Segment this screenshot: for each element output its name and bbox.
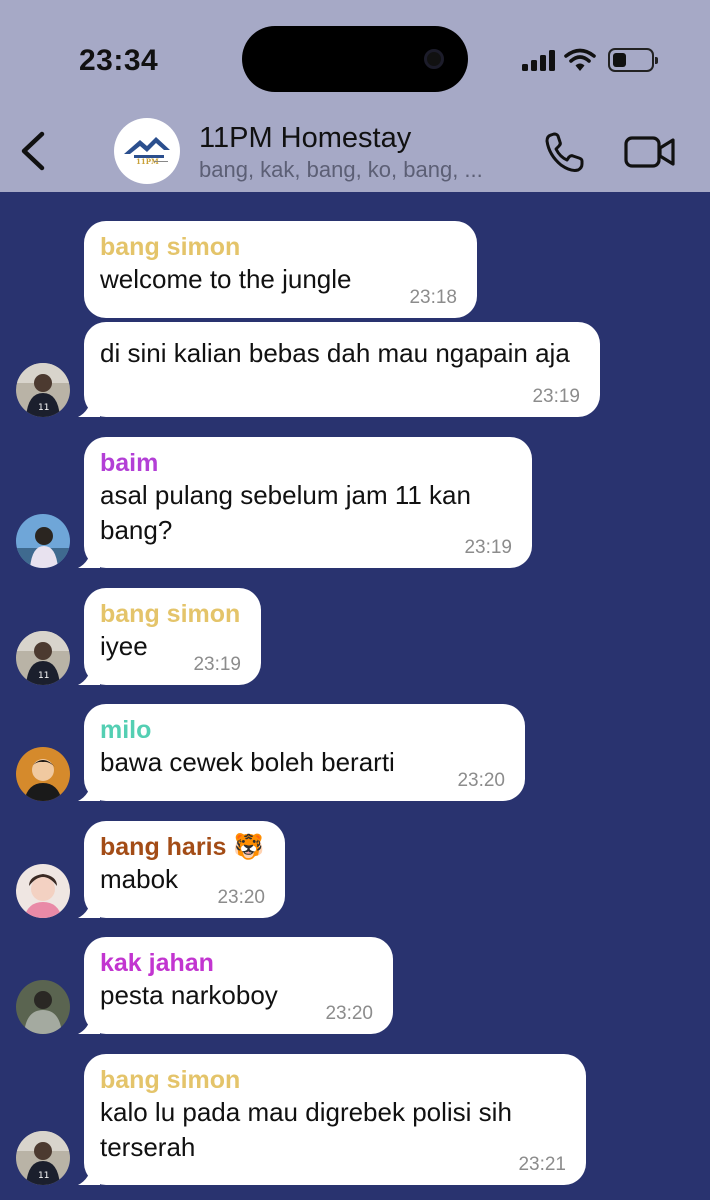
message-time: 23:20: [325, 1003, 373, 1024]
message-sender[interactable]: baim: [100, 449, 516, 478]
svg-text:11: 11: [38, 403, 49, 413]
message-time: 23:19: [532, 386, 580, 407]
bubble-tail: [78, 1163, 100, 1185]
message-time: 23:18: [409, 287, 457, 308]
chevron-left-icon[interactable]: [14, 128, 54, 174]
message-bubble[interactable]: milo bawa cewek boleh berarti 23:20: [84, 704, 525, 801]
avatar-image: 11: [16, 631, 70, 685]
avatar-image: [16, 864, 70, 918]
bubble-tail: [78, 779, 100, 801]
phone-icon[interactable]: [543, 130, 587, 174]
group-avatar[interactable]: 11PM: [114, 118, 180, 184]
message-sender[interactable]: bang haris 🐯: [100, 833, 269, 862]
bubble-tail: [78, 546, 100, 568]
signal-icon: [522, 50, 555, 71]
message-time: 23:21: [518, 1154, 566, 1175]
avatar-image: [16, 514, 70, 568]
avatar-kak-jahan[interactable]: [16, 980, 70, 1034]
avatar-image: 11: [16, 1131, 70, 1185]
message-bubble[interactable]: di sini kalian bebas dah mau ngapain aja…: [84, 322, 600, 417]
avatar-baim[interactable]: [16, 514, 70, 568]
chat-header: 23:34 11PM 11PM Homestay bang, kak, bang…: [0, 0, 710, 192]
message-text: kalo lu pada mau digrebek polisi sih ter…: [100, 1097, 512, 1162]
avatar-bang-haris[interactable]: [16, 864, 70, 918]
message-sender[interactable]: kak jahan: [100, 949, 377, 978]
chat-members: bang, kak, bang, ko, bang, ...: [199, 157, 483, 182]
bubble-tail: [78, 395, 100, 417]
bubble-tail: [78, 663, 100, 685]
battery-icon: [608, 48, 658, 72]
wifi-icon: [564, 48, 596, 71]
avatar-image: [16, 980, 70, 1034]
avatar-milo[interactable]: [16, 747, 70, 801]
avatar-bang-simon[interactable]: 11: [16, 363, 70, 417]
svg-text:11: 11: [38, 671, 49, 681]
message-text: welcome to the jungle: [100, 264, 352, 294]
message-sender[interactable]: bang simon: [100, 233, 461, 262]
video-camera-icon[interactable]: [624, 132, 676, 172]
message-bubble[interactable]: bang simon welcome to the jungle 23:18: [84, 221, 477, 318]
message-time: 23:19: [193, 654, 241, 675]
message-bubble[interactable]: baim asal pulang sebelum jam 11 kan bang…: [84, 437, 532, 568]
message-time: 23:20: [217, 887, 265, 908]
avatar-image: 11: [16, 363, 70, 417]
camera-icon: [424, 49, 444, 69]
status-icons: [522, 46, 658, 74]
avatar-bang-simon[interactable]: 11: [16, 1131, 70, 1185]
chat-title[interactable]: 11PM Homestay: [199, 122, 411, 155]
message-bubble[interactable]: bang simon iyee 23:19: [84, 588, 261, 685]
message-text: bawa cewek boleh berarti: [100, 747, 395, 777]
message-bubble[interactable]: bang simon kalo lu pada mau digrebek pol…: [84, 1054, 586, 1185]
message-time: 23:20: [457, 770, 505, 791]
message-bubble[interactable]: bang haris 🐯 mabok 23:20: [84, 821, 285, 918]
bubble-tail: [78, 896, 100, 918]
battery-level: [613, 53, 626, 67]
status-time: 23:34: [79, 44, 159, 77]
message-sender[interactable]: bang simon: [100, 1066, 570, 1095]
message-text: di sini kalian bebas dah mau ngapain aja: [100, 338, 570, 368]
message-sender[interactable]: bang simon: [100, 600, 245, 629]
bubble-tail: [78, 1012, 100, 1034]
avatar-image: [16, 747, 70, 801]
message-text: asal pulang sebelum jam 11 kan bang?: [100, 480, 471, 545]
message-sender[interactable]: milo: [100, 716, 509, 745]
message-time: 23:19: [464, 537, 512, 558]
svg-text:11: 11: [38, 1171, 49, 1181]
avatar-bang-simon[interactable]: 11: [16, 631, 70, 685]
homestay-logo-icon: 11PM: [124, 137, 170, 166]
message-bubble[interactable]: kak jahan pesta narkoboy 23:20: [84, 937, 393, 1034]
